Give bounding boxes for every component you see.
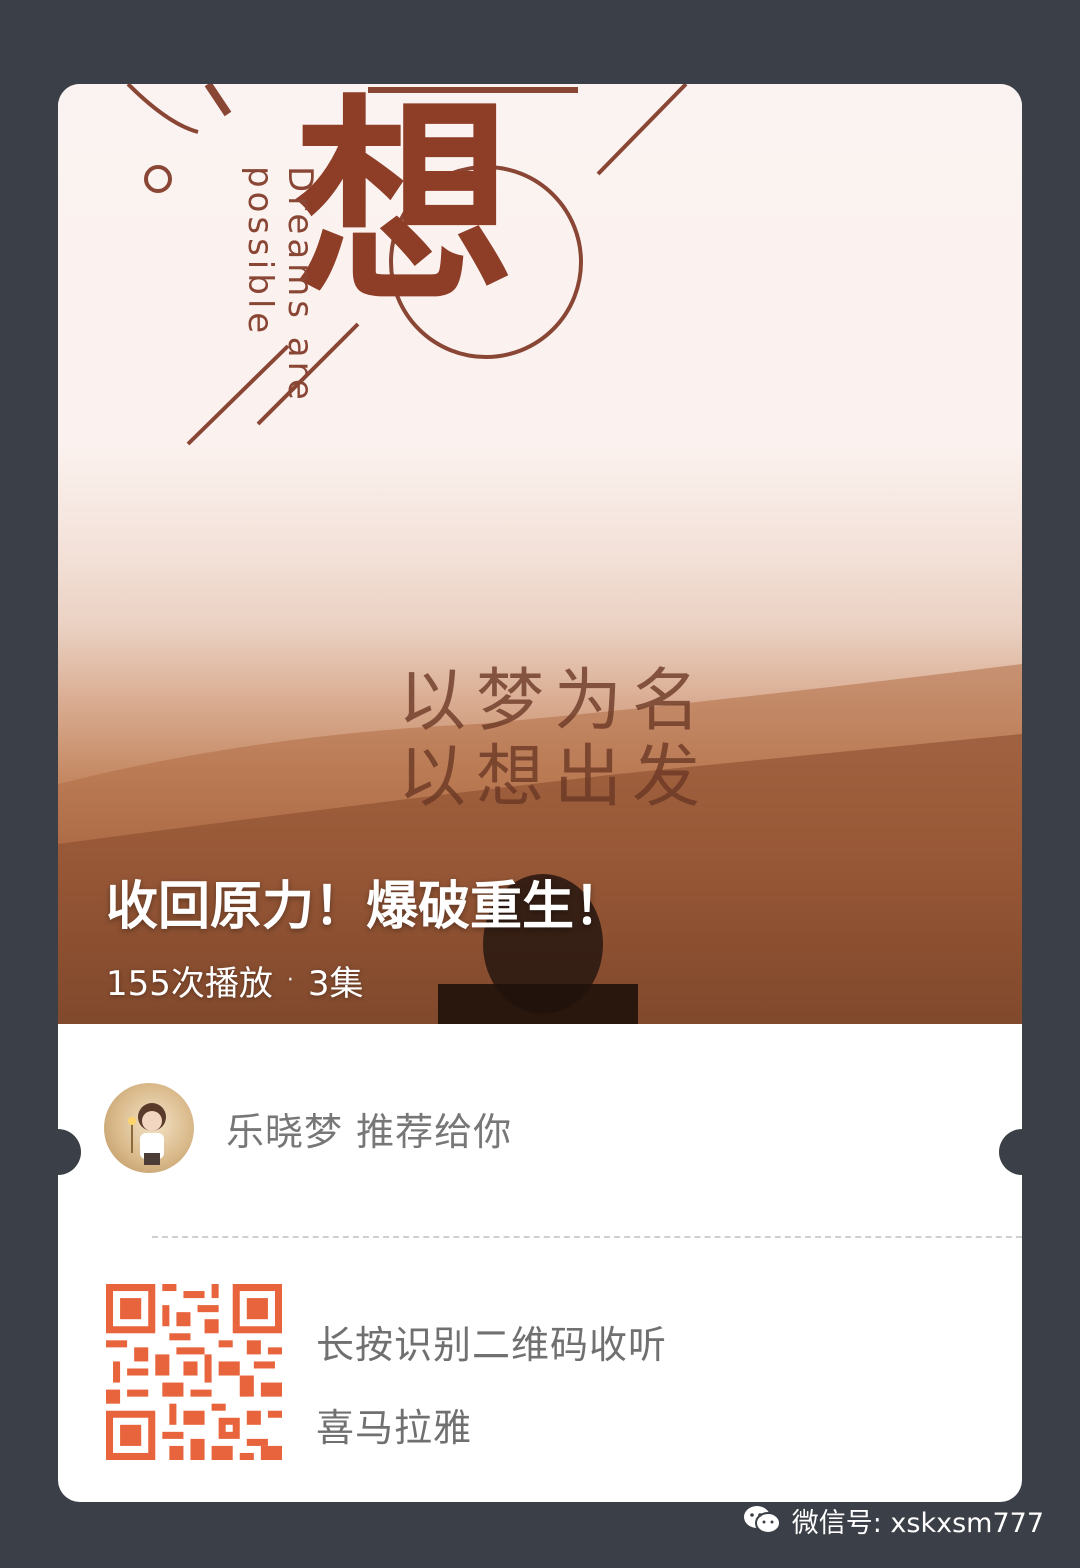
- cover-english-line1: Dreams are: [280, 166, 320, 404]
- album-title: 收回原力！爆破重生！: [106, 877, 627, 937]
- brand-name: 喜马拉雅: [316, 1406, 473, 1450]
- qr-instructions: 长按识别二维码收听 喜马拉雅: [316, 1314, 667, 1452]
- recommender-row: 乐晓梦 推荐给你: [104, 1082, 512, 1174]
- meta-separator: ·: [286, 968, 294, 993]
- share-card: 想 Dreams are possible 以梦为名 以想出发 收回原力！爆破重…: [58, 84, 1022, 1502]
- ticket-divider: [152, 1236, 1022, 1238]
- cover-slogan-line2: 以想出发: [398, 738, 711, 817]
- cover-slogan-line1: 以梦为名: [398, 662, 711, 741]
- recommender-text: 乐晓梦 推荐给你: [226, 1109, 513, 1154]
- page: 想 Dreams are possible 以梦为名 以想出发 收回原力！爆破重…: [0, 0, 1080, 1568]
- wechat-watermark: 微信号: xskxsm777: [742, 1502, 1044, 1539]
- watermark-text: 微信号: xskxsm777: [791, 1507, 1044, 1539]
- avatar-illustration: [128, 1103, 166, 1165]
- cover-big-character: 想: [294, 84, 515, 332]
- episode-count: 3集: [307, 964, 364, 1004]
- ticket-notch-left: [35, 1129, 81, 1175]
- avatar[interactable]: [104, 1083, 194, 1173]
- qr-instruction-text: 长按识别二维码收听: [316, 1323, 668, 1367]
- ticket-notch-right: [999, 1129, 1045, 1175]
- album-cover[interactable]: 想 Dreams are possible 以梦为名 以想出发 收回原力！爆破重…: [58, 84, 1022, 1024]
- cover-english-line2: possible: [240, 166, 280, 338]
- qr-code[interactable]: [106, 1284, 282, 1460]
- wechat-icon: [743, 1506, 781, 1534]
- album-meta: 155次播放 · 3集: [106, 956, 364, 1005]
- play-count: 155次播放: [106, 964, 273, 1004]
